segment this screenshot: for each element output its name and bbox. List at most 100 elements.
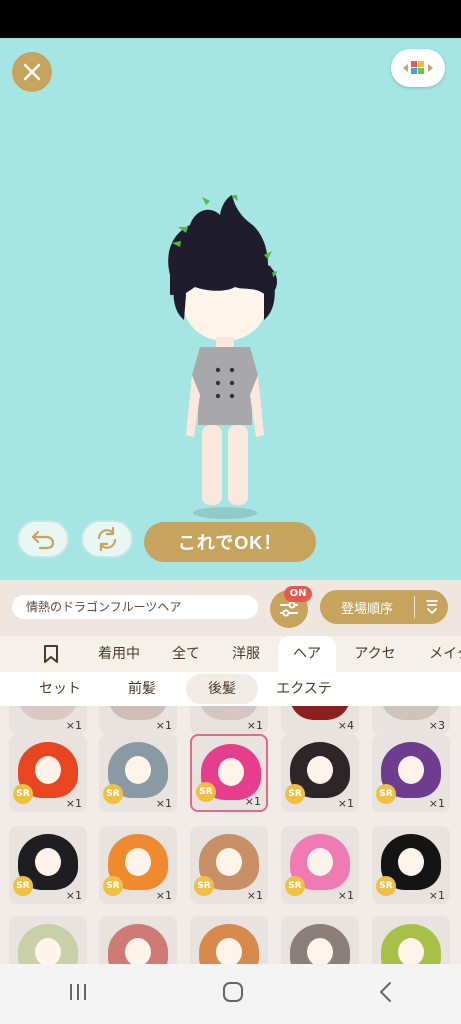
tab-accessories[interactable]: アクセ (346, 636, 404, 672)
item-quantity: ×1 (65, 797, 82, 810)
hair-item-card[interactable]: ×1 (9, 706, 87, 734)
item-quantity: ×1 (337, 797, 354, 810)
hair-item-card[interactable]: SR ×1 (372, 826, 450, 904)
hair-item-card[interactable]: ×3 (372, 706, 450, 734)
item-grid: ×1 ×1 ×1 ×4 ×3 SR ×1 SR ×1 SR ×1 SR ×1 SR ×1 SR ×1 SR ×1 SR… (0, 706, 461, 964)
hair-item-card[interactable]: SR ×1 (281, 734, 359, 812)
face-thumbnail (398, 848, 424, 876)
subtab-back-hair[interactable]: 後髪 (186, 674, 258, 704)
hair-item-card[interactable]: SR ×1 (9, 734, 87, 812)
home-icon (223, 982, 244, 1002)
hair-item-card[interactable]: SR ×1 (190, 734, 268, 812)
tab-hair[interactable]: ヘア (278, 636, 336, 672)
face-thumbnail (307, 938, 333, 964)
hair-thumbnail (199, 706, 259, 720)
hair-thumbnail (381, 706, 441, 720)
hair-item-card[interactable] (281, 916, 359, 964)
hair-item-card[interactable]: ×1 (99, 706, 177, 734)
tab-wearing[interactable]: 着用中 (90, 636, 148, 672)
rarity-badge: SR (13, 876, 33, 896)
avatar-figure (168, 195, 278, 519)
hair-item-card[interactable]: SR ×1 (99, 826, 177, 904)
hair-item-card[interactable] (372, 916, 450, 964)
undo-button[interactable] (17, 520, 69, 558)
hair-item-card[interactable]: ×1 (190, 706, 268, 734)
face-thumbnail (216, 848, 242, 876)
face-thumbnail (35, 848, 61, 876)
sort-down-icon (425, 600, 438, 614)
hair-item-card[interactable] (9, 916, 87, 964)
recent-apps-button[interactable] (67, 982, 89, 1006)
item-quantity: ×1 (65, 889, 82, 902)
close-button[interactable] (12, 52, 52, 92)
face-thumbnail (307, 756, 333, 784)
sort-order-button[interactable]: 登場順序 (320, 590, 448, 624)
back-button[interactable] (378, 981, 394, 1007)
face-thumbnail (125, 848, 151, 876)
rarity-badge: SR (103, 784, 123, 804)
rarity-badge: SR (196, 782, 216, 802)
rotate-button[interactable] (81, 520, 133, 558)
item-quantity: ×1 (428, 889, 445, 902)
sort-order-label: 登場順序 (340, 601, 393, 617)
item-quantity: ×3 (428, 719, 445, 732)
face-thumbnail (125, 756, 151, 784)
palette-icon (403, 61, 433, 74)
item-quantity: ×1 (246, 719, 263, 732)
bookmark-icon (44, 645, 58, 663)
hair-item-card[interactable]: SR ×1 (281, 826, 359, 904)
sort-direction-button[interactable] (415, 598, 448, 616)
color-palette-button[interactable] (391, 49, 445, 87)
confirm-ok-button[interactable]: これでOK！ (144, 522, 316, 562)
item-quantity: ×4 (337, 719, 354, 732)
subtab-extensions[interactable]: エクステ (266, 674, 342, 704)
filter-on-badge: ON (284, 586, 312, 602)
close-icon (23, 63, 41, 81)
subtab-front-hair[interactable]: 前髪 (106, 674, 178, 704)
item-quantity: ×1 (155, 797, 172, 810)
hair-thumbnail (290, 706, 350, 720)
face-thumbnail (35, 938, 61, 964)
undo-icon (31, 530, 55, 550)
face-thumbnail (218, 758, 244, 786)
tab-makeup[interactable]: メイク (420, 636, 461, 672)
tab-bookmark[interactable] (30, 636, 72, 672)
rarity-badge: SR (103, 876, 123, 896)
hair-item-card[interactable]: ×4 (281, 706, 359, 734)
category-tabs: 着用中 全て 洋服 ヘア アクセ メイク (0, 636, 461, 672)
back-icon (380, 982, 392, 1002)
hair-item-card[interactable] (190, 916, 268, 964)
hair-item-card[interactable]: SR ×1 (190, 826, 268, 904)
face-thumbnail (125, 938, 151, 964)
rarity-badge: SR (285, 876, 305, 896)
hair-item-card[interactable]: SR ×1 (372, 734, 450, 812)
face-thumbnail (307, 848, 333, 876)
face-thumbnail (398, 938, 424, 964)
item-quantity: ×1 (244, 795, 261, 808)
rotate-icon (97, 526, 117, 552)
hair-item-card[interactable]: SR ×1 (99, 734, 177, 812)
item-quantity: ×1 (246, 889, 263, 902)
tab-all[interactable]: 全て (164, 636, 208, 672)
hair-thumbnail (18, 706, 78, 720)
hair-thumbnail (108, 706, 168, 720)
face-thumbnail (398, 756, 424, 784)
face-thumbnail (216, 938, 242, 964)
rarity-badge: SR (376, 876, 396, 896)
subtab-set[interactable]: セット (24, 674, 96, 704)
item-quantity: ×1 (65, 719, 82, 732)
hair-item-card[interactable]: SR ×1 (9, 826, 87, 904)
hair-subtabs: セット 前髪 後髪 エクステ (0, 672, 461, 706)
recent-apps-icon (69, 984, 86, 1000)
item-quantity: ×1 (155, 889, 172, 902)
sliders-icon (280, 601, 298, 617)
face-thumbnail (35, 756, 61, 784)
home-button[interactable] (222, 981, 244, 1007)
rarity-badge: SR (376, 784, 396, 804)
tab-clothes[interactable]: 洋服 (224, 636, 268, 672)
android-nav-bar (0, 964, 461, 1024)
item-quantity: ×1 (155, 719, 172, 732)
item-quantity: ×1 (337, 889, 354, 902)
rarity-badge: SR (13, 784, 33, 804)
hair-item-card[interactable] (99, 916, 177, 964)
